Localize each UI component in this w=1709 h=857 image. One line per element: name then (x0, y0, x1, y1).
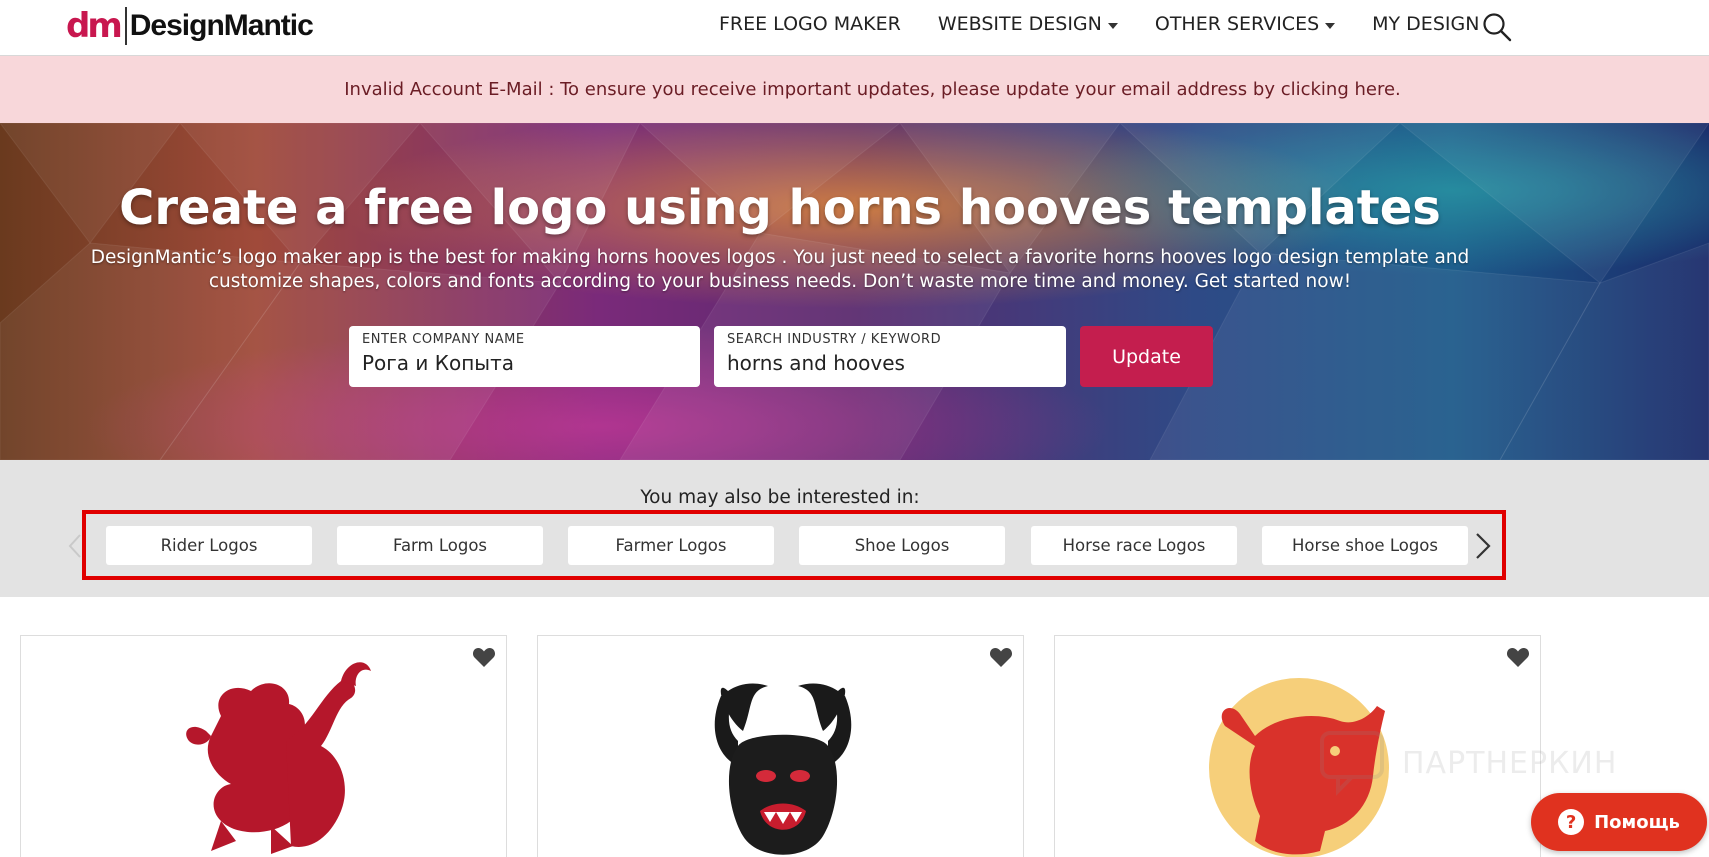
interested-title: You may also be interested in: (640, 487, 920, 508)
company-name-label: ENTER COMPANY NAME (362, 332, 525, 347)
company-name-field[interactable]: ENTER COMPANY NAME (349, 326, 700, 387)
watermark-text: ПАРТНЕРКИН (1402, 745, 1618, 781)
highlight-box (82, 510, 1506, 580)
nav-label: MY DESIGN (1372, 13, 1480, 35)
nav-free-logo-maker[interactable]: FREE LOGO MAKER (719, 13, 901, 35)
logo-divider (124, 7, 127, 45)
horned-beast-logo-icon (714, 683, 852, 855)
template-card-beast[interactable] (537, 635, 1024, 857)
nav-label: WEBSITE DESIGN (937, 13, 1102, 35)
chevron-left-icon[interactable] (68, 533, 82, 559)
watermark: ПАРТНЕРКИН (1318, 729, 1617, 797)
nav-other-services[interactable]: OTHER SERVICES (1154, 13, 1336, 35)
keyword-field[interactable]: SEARCH INDUSTRY / KEYWORD (714, 326, 1066, 387)
logo-mark: dm (66, 6, 123, 46)
caret-down-icon (1107, 23, 1118, 29)
nav-label: FREE LOGO MAKER (719, 13, 901, 35)
keyword-label: SEARCH INDUSTRY / KEYWORD (727, 332, 942, 347)
designmantic-logo[interactable]: dm DesignMantic (66, 6, 314, 46)
template-card-dragon[interactable] (20, 635, 507, 857)
top-header: dm DesignMantic FREE LOGO MAKER WEBSITE … (0, 0, 1709, 56)
update-button[interactable]: Update (1080, 326, 1213, 387)
alert-text: Invalid Account E-Mail : To ensure you r… (344, 79, 1401, 100)
company-name-input[interactable] (362, 351, 687, 375)
caret-down-icon (1325, 23, 1336, 29)
red-dragon-logo-icon (186, 662, 371, 854)
hero-subtitle: DesignMantic’s logo maker app is the bes… (90, 247, 1470, 292)
logo-text: DesignMantic (129, 9, 314, 42)
watermark-chat-icon (1320, 731, 1384, 796)
search-icon[interactable] (1481, 11, 1513, 43)
hero-title: Create a free logo using horns hooves te… (119, 180, 1441, 236)
keyword-input[interactable] (727, 351, 1053, 375)
question-icon: ? (1558, 809, 1585, 835)
invalid-email-alert[interactable]: Invalid Account E-Mail : To ensure you r… (0, 56, 1709, 123)
nav-website-design[interactable]: WEBSITE DESIGN (938, 13, 1118, 35)
nav-label: OTHER SERVICES (1154, 13, 1320, 35)
main-nav: FREE LOGO MAKER WEBSITE DESIGN OTHER SER… (719, 13, 1516, 35)
help-label: Помощь (1594, 811, 1680, 833)
nav-my-design[interactable]: MY DESIGN (1372, 13, 1479, 35)
help-button[interactable]: ? Помощь (1531, 793, 1707, 851)
